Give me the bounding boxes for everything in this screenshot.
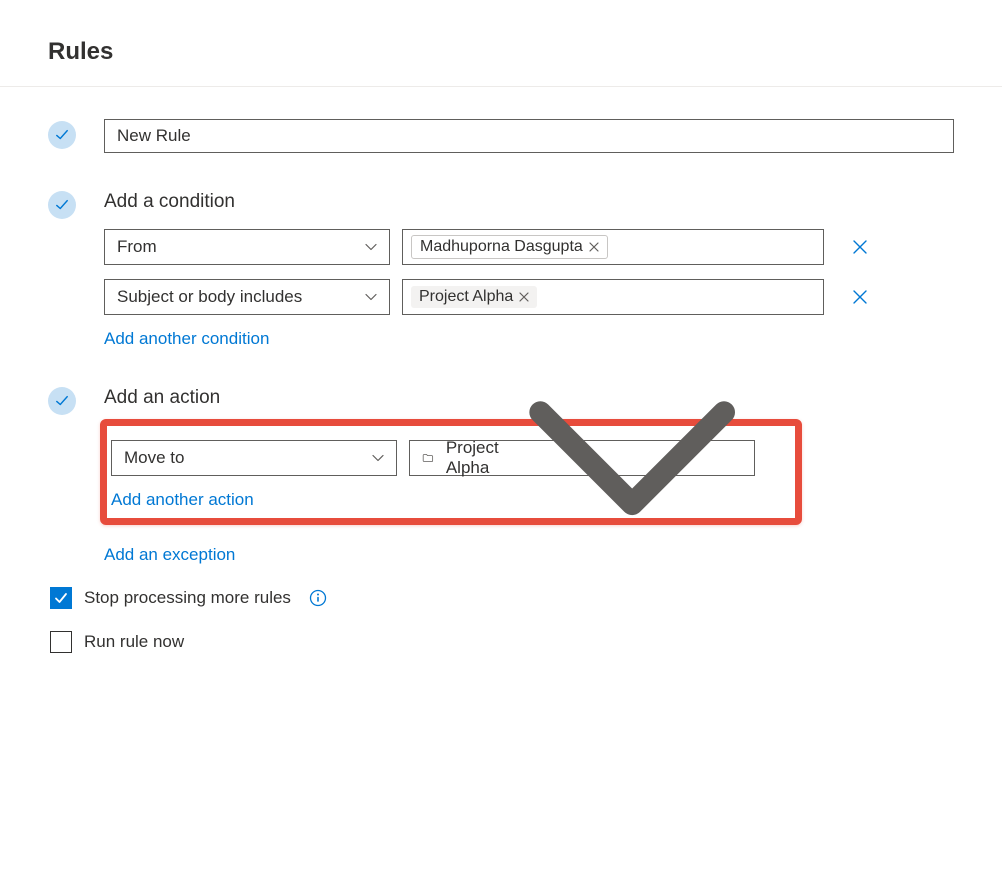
add-exception-link[interactable]: Add an exception [104,545,235,565]
run-now-checkbox[interactable] [50,631,72,653]
rule-name-section [48,119,954,153]
condition-type-dropdown[interactable]: From [104,229,390,265]
action-section: Add an action Move to Project Alpha [48,385,954,565]
condition-heading: Add a condition [104,191,954,213]
highlight-annotation: Move to Project Alpha Add another act [100,419,802,525]
close-icon[interactable] [589,242,599,252]
rule-name-input[interactable] [104,119,954,153]
chevron-down-icon [365,291,377,303]
divider [0,86,1002,87]
condition-row: From Madhuporna Dasgupta [104,229,954,265]
stop-processing-row: Stop processing more rules [50,587,954,609]
action-type-dropdown[interactable]: Move to [111,440,397,476]
options: Stop processing more rules Run rule now [50,587,954,653]
add-condition-link[interactable]: Add another condition [104,329,269,349]
condition-chip: Project Alpha [411,286,537,308]
action-folder-dropdown[interactable]: Project Alpha [409,440,755,476]
condition-row: Subject or body includes Project Alpha [104,279,954,315]
stop-processing-label: Stop processing more rules [84,588,291,608]
condition-value-input[interactable]: Project Alpha [402,279,824,315]
folder-icon [422,449,434,467]
action-folder-label: Project Alpha [446,438,512,478]
chevron-down-icon [372,452,384,464]
condition-type-label: From [117,237,157,257]
action-type-label: Move to [124,448,184,468]
run-now-row: Run rule now [50,631,954,653]
condition-value-input[interactable]: Madhuporna Dasgupta [402,229,824,265]
stop-processing-checkbox[interactable] [50,587,72,609]
remove-condition-button[interactable] [848,235,872,259]
chevron-down-icon [365,241,377,253]
condition-type-dropdown[interactable]: Subject or body includes [104,279,390,315]
condition-type-label: Subject or body includes [117,287,302,307]
check-icon [48,191,76,219]
chip-label: Madhuporna Dasgupta [420,238,583,256]
chip-label: Project Alpha [419,288,513,306]
info-icon[interactable] [309,589,327,607]
action-row: Move to Project Alpha [111,440,791,476]
chevron-down-icon [522,348,742,568]
run-now-label: Run rule now [84,632,184,652]
condition-chip: Madhuporna Dasgupta [411,235,608,259]
check-icon [48,121,76,149]
check-icon [48,387,76,415]
page-title: Rules [48,38,954,66]
condition-section: Add a condition From Madhuporna Dasgupta [48,189,954,349]
add-action-link[interactable]: Add another action [111,490,254,510]
remove-condition-button[interactable] [848,285,872,309]
close-icon[interactable] [519,292,529,302]
